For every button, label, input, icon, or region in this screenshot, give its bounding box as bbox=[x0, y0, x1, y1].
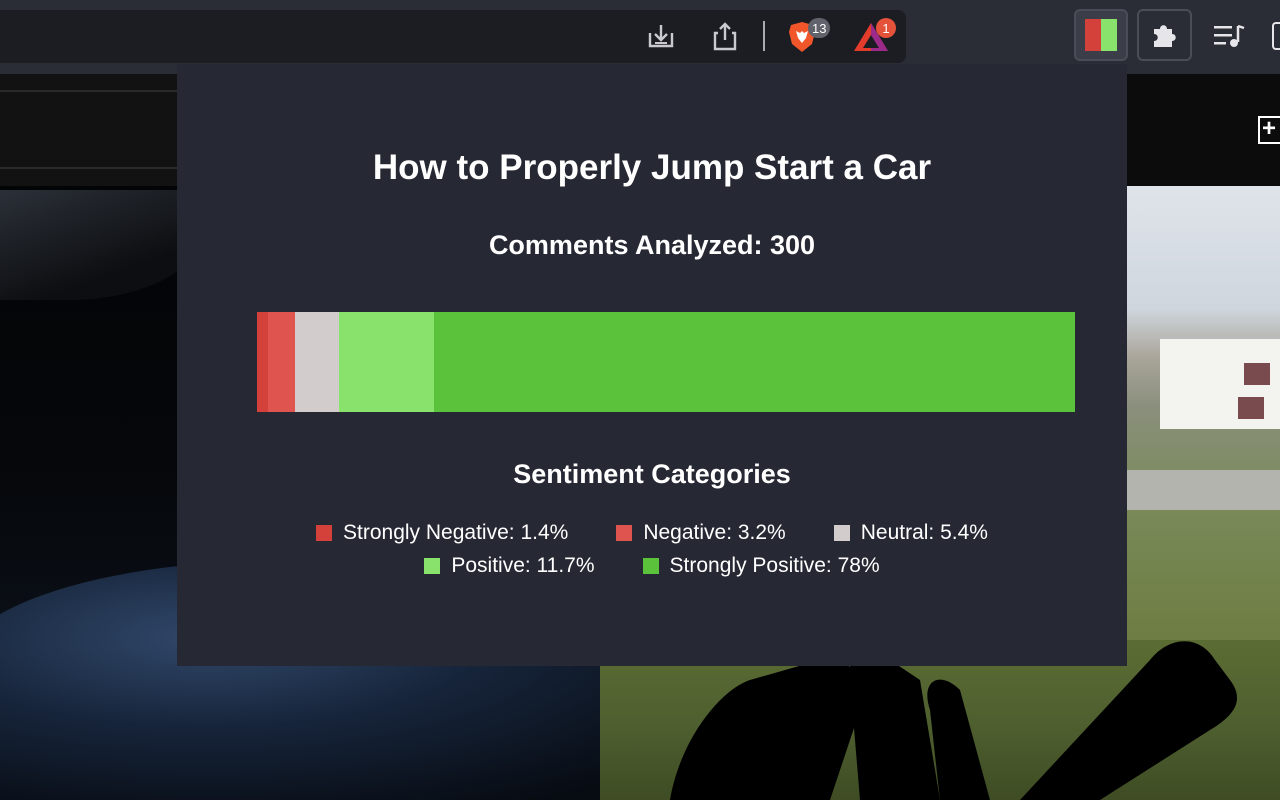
sentiment-extension-icon bbox=[1085, 19, 1117, 51]
playlist-icon[interactable] bbox=[1210, 20, 1248, 52]
swatch-negative bbox=[616, 524, 633, 541]
video-title: How to Properly Jump Start a Car bbox=[372, 148, 932, 187]
legend-item-negative: Negative: 3.2% bbox=[616, 520, 786, 545]
sentiment-bar bbox=[257, 312, 1075, 412]
address-bar[interactable] bbox=[0, 10, 906, 63]
share-icon[interactable] bbox=[708, 18, 742, 54]
swatch-neutral bbox=[833, 524, 850, 541]
legend-item-neutral: Neutral: 5.4% bbox=[833, 520, 988, 545]
bar-segment-strongly-negative bbox=[257, 312, 269, 412]
swatch-positive bbox=[424, 557, 441, 574]
sentiment-extension-button[interactable] bbox=[1074, 9, 1128, 61]
sentiment-popup: How to Properly Jump Start a Car Comment… bbox=[177, 64, 1127, 666]
legend-item-strongly-positive: Strongly Positive: 78% bbox=[642, 553, 880, 578]
legend-item-strongly-negative: Strongly Negative: 1.4% bbox=[316, 521, 568, 545]
legend-label: Strongly Positive: 78% bbox=[669, 553, 880, 577]
video-house bbox=[1160, 336, 1280, 429]
puzzle-icon bbox=[1153, 25, 1176, 47]
legend-item-positive: Positive: 11.7% bbox=[424, 553, 595, 578]
video-house-window bbox=[1244, 363, 1270, 385]
legend-label: Positive: 11.7% bbox=[451, 553, 595, 577]
bar-segment-negative bbox=[268, 312, 295, 412]
legend-row: Strongly Negative: 1.4% Negative: 3.2% N… bbox=[177, 516, 1127, 549]
sidebar-toggle-icon[interactable] bbox=[1272, 22, 1280, 50]
swatch-strongly-positive bbox=[642, 557, 659, 574]
brave-rewards-count: 1 bbox=[876, 18, 896, 38]
video-house-window bbox=[1238, 397, 1264, 419]
bar-segment-positive bbox=[338, 312, 435, 412]
legend-row: Positive: 11.7% Strongly Positive: 78% bbox=[177, 549, 1127, 582]
legend-label: Strongly Negative: 1.4% bbox=[343, 520, 569, 544]
legend-label: Neutral: 5.4% bbox=[860, 520, 988, 544]
page-header-left bbox=[0, 74, 178, 186]
legend-label: Negative: 3.2% bbox=[643, 520, 786, 544]
brave-shields-count: 13 bbox=[808, 18, 831, 38]
screen: 13 1 + How to Properly Jump Start a Car … bbox=[0, 0, 1280, 800]
sentiment-legend: Strongly Negative: 1.4% Negative: 3.2% N… bbox=[177, 516, 1127, 582]
swatch-strongly-negative bbox=[316, 524, 333, 541]
comments-analyzed-count: Comments Analyzed: 300 bbox=[488, 230, 816, 260]
legend-heading: Sentiment Categories bbox=[513, 459, 791, 489]
toolbar-divider bbox=[763, 21, 765, 51]
add-icon[interactable]: + bbox=[1258, 116, 1280, 144]
download-icon[interactable] bbox=[643, 18, 679, 54]
extensions-button[interactable] bbox=[1137, 9, 1192, 61]
bar-segment-strongly-positive bbox=[434, 312, 1075, 412]
bar-segment-neutral bbox=[294, 312, 339, 412]
video-road bbox=[1127, 470, 1280, 510]
divider bbox=[0, 90, 178, 92]
divider bbox=[0, 167, 178, 169]
